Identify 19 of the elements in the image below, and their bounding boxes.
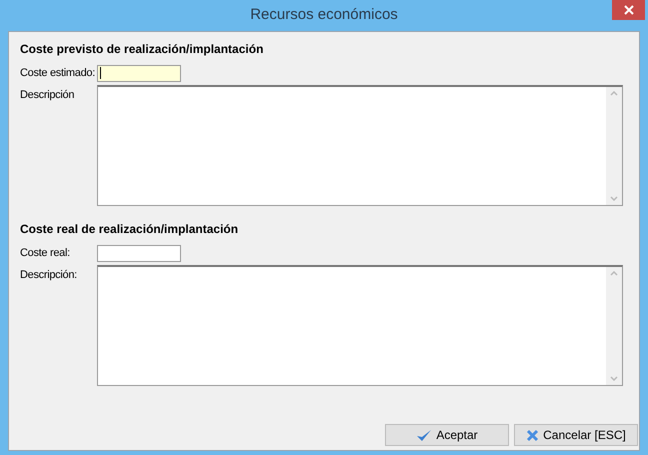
text-area[interactable] bbox=[97, 85, 623, 206]
close-icon bbox=[624, 5, 634, 15]
input-field[interactable] bbox=[97, 244, 181, 262]
section-heading: Coste real de realización/implantación bbox=[20, 221, 240, 238]
field-label: Coste real: bbox=[20, 246, 71, 261]
field-label: Descripción: bbox=[20, 268, 78, 283]
window-title: Recursos económicos bbox=[250, 5, 398, 26]
input-field[interactable] bbox=[97, 64, 181, 82]
scrollbar[interactable] bbox=[606, 267, 622, 385]
field-label: Coste estimado: bbox=[20, 66, 96, 81]
scrollbar[interactable] bbox=[606, 87, 622, 205]
x-icon bbox=[526, 428, 540, 442]
accept-button[interactable]: Aceptar bbox=[385, 424, 509, 446]
close-button[interactable] bbox=[612, 0, 645, 20]
check-icon bbox=[416, 428, 432, 442]
section-heading: Coste previsto de realización/implantación bbox=[20, 41, 264, 58]
field-label: Descripción bbox=[20, 88, 76, 103]
text-area[interactable] bbox=[97, 265, 623, 386]
cancel-button[interactable]: Cancelar [ESC] bbox=[514, 424, 638, 446]
